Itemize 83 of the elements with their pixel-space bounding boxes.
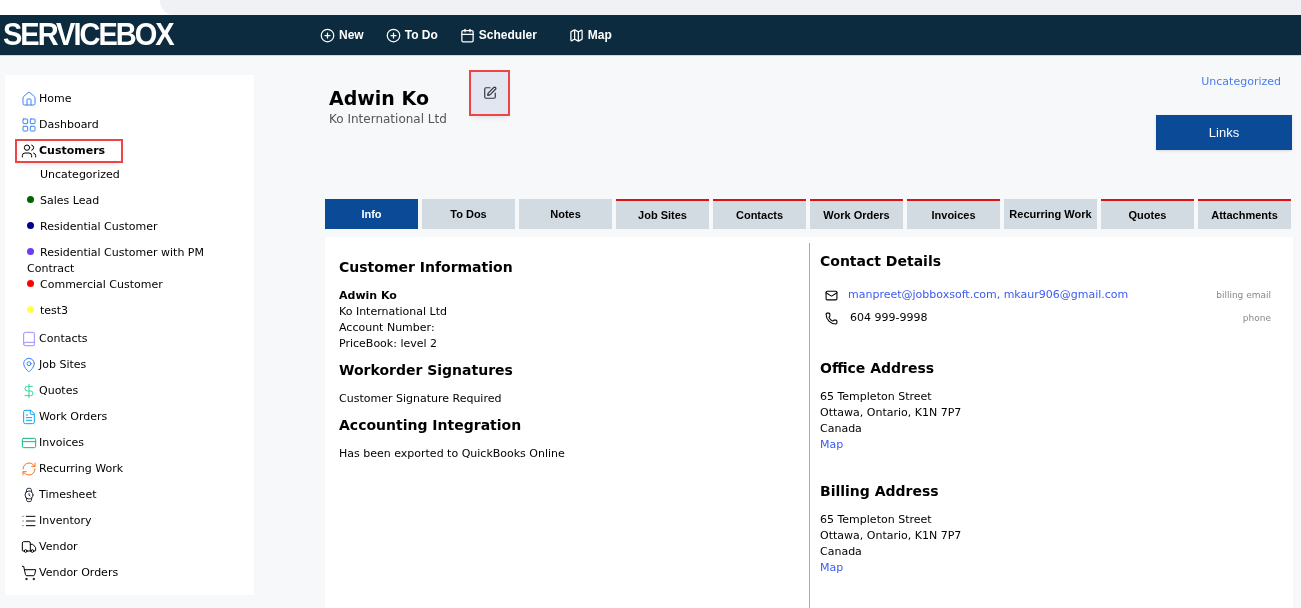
sidebar-item[interactable]: Dashboard xyxy=(21,115,115,135)
home-icon xyxy=(21,91,37,107)
nav-link[interactable]: Map xyxy=(568,26,612,44)
edit-button[interactable] xyxy=(471,72,508,114)
cart-icon xyxy=(21,565,37,581)
info-text: Account Number: xyxy=(339,320,436,336)
info-text: Customer Signature Required xyxy=(339,391,503,407)
plus-circle-icon xyxy=(320,27,335,43)
phone-number: 604 999-9998 xyxy=(850,310,929,327)
phone-icon xyxy=(825,312,838,325)
category-item[interactable]: Uncategorized xyxy=(27,167,120,183)
sidebar-item[interactable]: Vendor xyxy=(21,537,94,557)
watch-icon xyxy=(21,487,37,503)
section-title: Office Address xyxy=(820,359,936,378)
address-line: Canada xyxy=(820,544,863,560)
category-link[interactable]: Uncategorized xyxy=(1201,74,1281,91)
category-item[interactable]: Sales Lead xyxy=(27,193,100,209)
book-icon xyxy=(21,331,37,347)
address-line: Canada xyxy=(820,421,863,437)
tab[interactable]: Attachments xyxy=(1198,199,1291,229)
sidebar-item[interactable]: Home xyxy=(21,89,88,109)
info-text: Has been exported to QuickBooks Online xyxy=(339,446,566,462)
tab[interactable]: Info xyxy=(325,199,418,229)
edit-icon xyxy=(482,86,497,100)
links-button[interactable]: Links xyxy=(1156,115,1292,150)
sidebar-item[interactable]: Quotes xyxy=(21,381,95,401)
category-item[interactable]: Residential Customer xyxy=(27,219,158,235)
category-item[interactable]: Commercial Customer xyxy=(27,277,163,293)
address-line: Ottawa, Ontario, K1N 7P7 xyxy=(820,405,963,421)
tab[interactable]: Job Sites xyxy=(616,199,709,229)
info-text: Ko International Ltd xyxy=(339,304,449,320)
sidebar-item[interactable]: Inventory xyxy=(21,511,108,531)
map-icon xyxy=(568,27,584,43)
category-item[interactable]: test3 xyxy=(27,303,69,319)
sidebar-item[interactable]: Timesheet xyxy=(21,485,113,505)
grid-icon xyxy=(21,117,37,133)
document-icon xyxy=(21,409,37,425)
refresh-icon xyxy=(21,461,37,477)
map-link[interactable]: Map xyxy=(820,560,1271,576)
section-title: Customer Information xyxy=(339,258,514,277)
tab[interactable]: Contacts xyxy=(713,199,806,229)
sidebar-item[interactable]: Recurring Work xyxy=(21,459,140,479)
nav-link[interactable]: New xyxy=(320,26,364,44)
sidebar-item[interactable]: Work Orders xyxy=(21,407,124,427)
nav-link[interactable]: Scheduler xyxy=(459,26,537,44)
category-item[interactable]: Residential Customer with PM Contract xyxy=(27,245,217,277)
brand-logo[interactable]: SERVICEBOX xyxy=(0,11,320,59)
plus-circle-icon xyxy=(385,27,401,43)
section-title: Contact Details xyxy=(820,252,943,271)
address-line: Ottawa, Ontario, K1N 7P7 xyxy=(820,528,963,544)
company-name: Ko International Ltd xyxy=(329,111,448,127)
nav-link[interactable]: To Do xyxy=(385,26,438,44)
sidebar-item[interactable]: Vendor Orders xyxy=(21,563,135,583)
sidebar-item[interactable]: Customers xyxy=(17,141,122,161)
address-line: 65 Templeton Street xyxy=(820,512,933,528)
dollar-icon xyxy=(21,383,37,399)
tab[interactable]: Invoices xyxy=(907,199,1000,229)
info-text: PriceBook: level 2 xyxy=(339,336,439,352)
section-title: Billing Address xyxy=(820,482,940,501)
list-icon xyxy=(21,513,37,529)
tab[interactable]: Notes xyxy=(519,199,612,229)
tab[interactable]: Recurring Work xyxy=(1004,199,1097,229)
map-pin-icon xyxy=(21,357,37,373)
section-title: Accounting Integration xyxy=(339,416,523,435)
mail-icon xyxy=(825,289,838,302)
tab[interactable]: Quotes xyxy=(1101,199,1194,229)
card-icon xyxy=(21,435,37,451)
sidebar-item[interactable]: Contacts xyxy=(21,329,104,349)
sidebar-item[interactable]: Job Sites xyxy=(21,355,103,375)
map-link[interactable]: Map xyxy=(820,437,1271,453)
calendar-icon xyxy=(459,27,475,43)
truck-icon xyxy=(21,539,37,555)
customer-name: Adwin Ko xyxy=(329,86,430,111)
info-text: Adwin Ko xyxy=(339,288,398,304)
sidebar-item[interactable]: Invoices xyxy=(21,433,101,453)
contact-label: phone xyxy=(1242,311,1271,325)
email-link[interactable]: manpreet@jobboxsoft.com, mkaur906@gmail.com xyxy=(848,287,1217,304)
section-title: Workorder Signatures xyxy=(339,361,514,380)
tab[interactable]: Work Orders xyxy=(810,199,903,229)
tab[interactable]: To Dos xyxy=(422,199,515,229)
address-line: 65 Templeton Street xyxy=(820,389,933,405)
contact-label: billing email xyxy=(1216,288,1271,302)
users-icon xyxy=(21,143,37,159)
